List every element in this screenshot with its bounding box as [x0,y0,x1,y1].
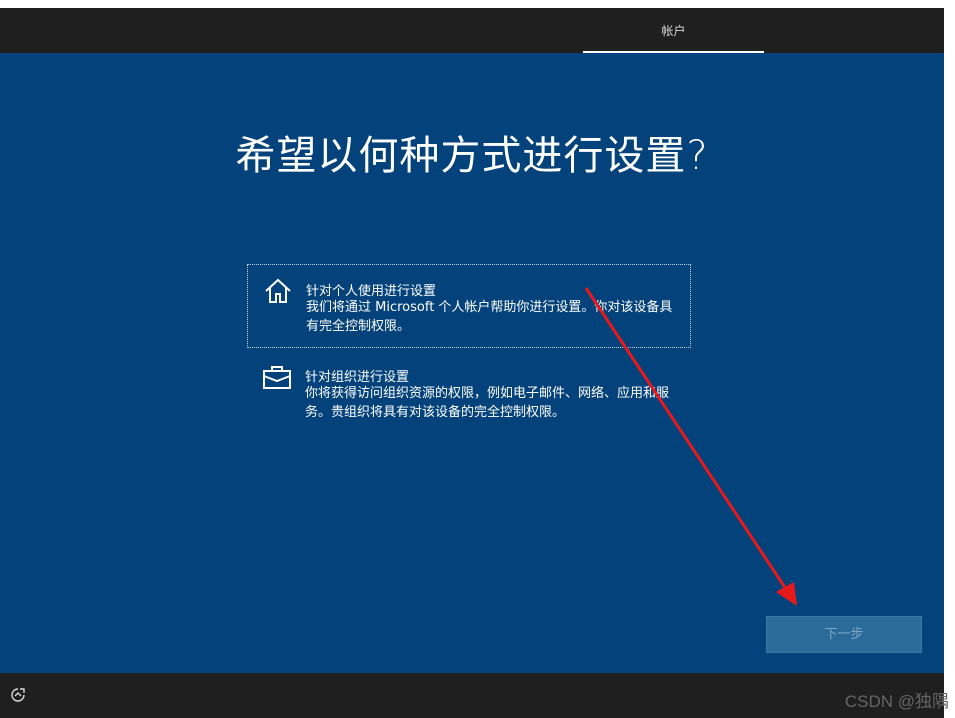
option-organization-description: 你将获得访问组织资源的权限，例如电子邮件、网络、应用和服务。贵组织将具有对该设备… [305,386,670,420]
tab-account: 帐户 [661,24,686,38]
next-button[interactable]: 下一步 [766,616,922,653]
top-bar: 帐户 [0,8,944,53]
home-icon [265,278,291,303]
option-personal-description: 我们将通过 Microsoft 个人帐户帮助你进行设置。你对该设备具有完全控制权… [306,300,673,334]
option-organization[interactable]: 针对组织进行设置 你将获得访问组织资源的权限，例如电子邮件、网络、应用和服务。贵… [247,351,691,435]
option-personal-title: 针对个人使用进行设置 [306,284,437,299]
page-title: 希望以何种方式进行设置? [235,133,709,179]
option-personal-use[interactable]: 针对个人使用进行设置 我们将通过 Microsoft 个人帐户帮助你进行设置。你… [247,264,691,348]
watermark: CSDN @独隅 [844,692,949,711]
option-organization-title: 针对组织进行设置 [305,370,410,385]
briefcase-icon [263,366,291,389]
bottom-bar [0,673,944,718]
main-panel: 希望以何种方式进行设置? 针对个人使用进行设置 我们将通过 Microsoft … [0,53,944,673]
setup-window: 帐户 希望以何种方式进行设置? 针对个人使用进行设置 我们将通过 Microso… [0,8,944,718]
accessibility-icon[interactable] [10,687,26,703]
